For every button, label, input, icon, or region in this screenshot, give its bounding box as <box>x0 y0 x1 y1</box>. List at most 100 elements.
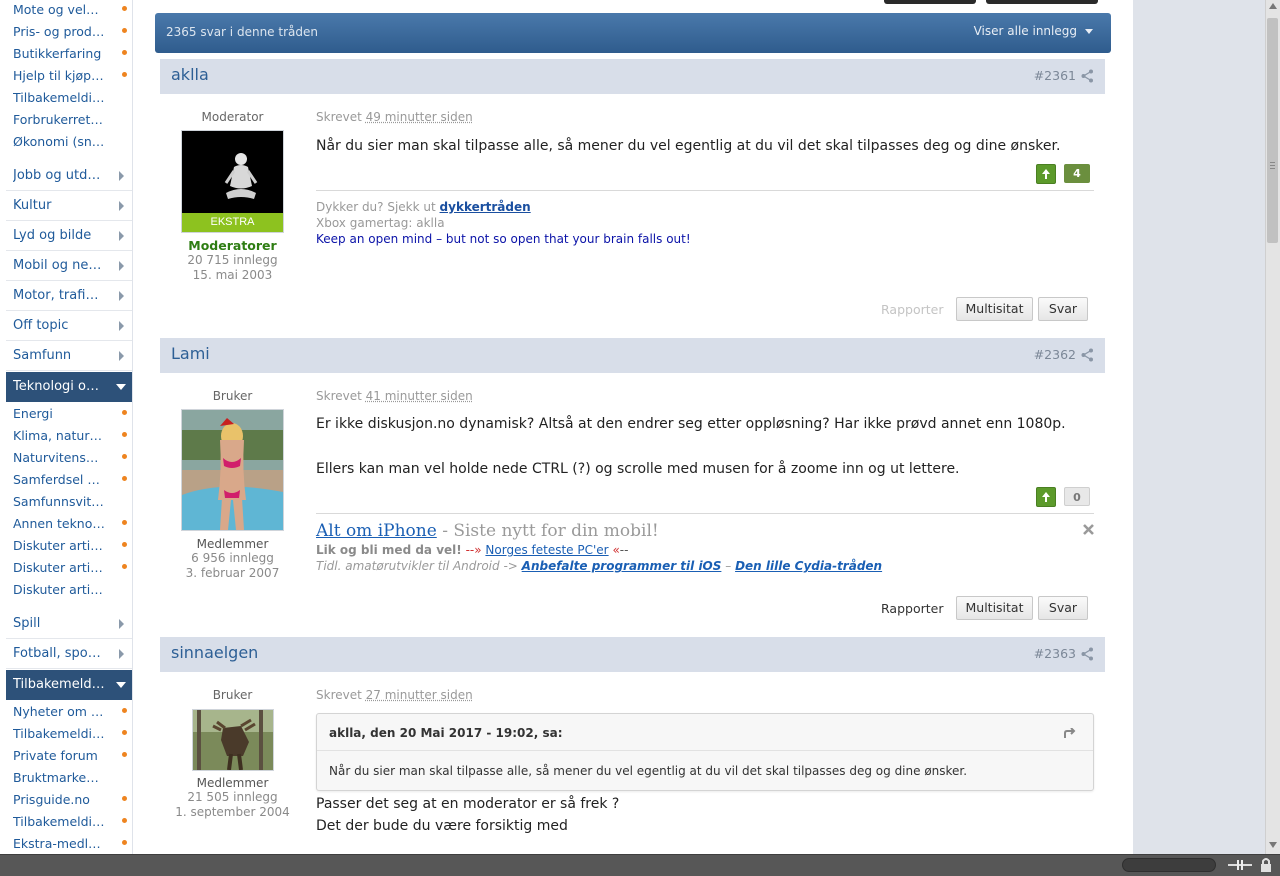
signature-divider <box>316 190 1094 191</box>
scrollbar-thumb[interactable] <box>1267 18 1278 243</box>
post-header: sinnaelgen #2363 <box>160 637 1105 672</box>
vote-count: 0 <box>1064 487 1090 506</box>
sidebar-item[interactable]: Annen teknologi <box>13 515 129 537</box>
user-meta: Moderatorer 20 715 innlegg 15. mai 2003 <box>160 238 305 283</box>
report-link[interactable]: Rapporter <box>881 302 943 317</box>
sidebar-category[interactable]: Jobb og utdanning <box>6 161 132 191</box>
sidebar-category-label: Kultur <box>13 198 52 213</box>
multiquote-button[interactable]: Multisitat <box>956 297 1033 321</box>
alt-om-iphone-link[interactable]: Alt om iPhone <box>316 521 437 541</box>
sidebar-category[interactable]: Lyd og bilde <box>6 221 132 251</box>
anbefalte-programmer-link[interactable]: Anbefalte programmer til iOS <box>522 559 722 573</box>
vote-up-icon[interactable] <box>1036 164 1056 184</box>
share-icon[interactable] <box>1081 348 1093 362</box>
close-icon[interactable] <box>1082 523 1095 536</box>
unread-dot-icon <box>122 28 127 33</box>
user-post-count: 21 505 innlegg <box>187 790 278 804</box>
signature-text: Tidl. amatørutvikler til Android -> <box>316 559 518 573</box>
sidebar-item[interactable]: Bruktmarked.no <box>13 769 129 791</box>
sidebar-item[interactable]: Naturvitenskap <box>13 449 129 471</box>
post-number-link[interactable]: #2363 <box>1034 646 1076 661</box>
user-post-count: 6 956 innlegg <box>191 551 274 565</box>
sidebar-item[interactable]: Tilbakemeldinger 1 <box>13 725 129 747</box>
chevron-right-icon <box>119 171 124 181</box>
sidebar-category[interactable]: Kultur <box>6 191 132 221</box>
sidebar-item-label: Forbrukerrettigheter <box>13 112 105 127</box>
multiquote-button[interactable]: Multisitat <box>956 596 1033 620</box>
top-tab-button[interactable] <box>884 0 976 4</box>
sidebar-item[interactable]: Diskuter artikler 1 <box>13 537 129 559</box>
sidebar-item[interactable]: Energi <box>13 405 129 427</box>
post-author-link[interactable]: aklla <box>171 65 209 84</box>
sidebar-item[interactable]: Pris- og produkt <box>13 23 129 45</box>
sidebar-category[interactable]: Off topic <box>6 311 132 341</box>
sidebar-item[interactable]: Klima, naturfenomener <box>13 427 129 449</box>
sidebar-category[interactable]: Fotball, sport og trening <box>6 639 132 669</box>
vote-up-icon[interactable] <box>1036 487 1056 507</box>
sidebar-item[interactable]: Ekstra-medlemmer <box>13 835 129 854</box>
sidebar-category[interactable]: Mobil og nettbrett <box>6 251 132 281</box>
chevron-right-icon <box>119 201 124 211</box>
norges-feteste-pc-link[interactable]: Norges feteste PC'er <box>485 543 608 557</box>
sidebar-item[interactable]: Hjelp til kjøp og salg <box>13 67 129 89</box>
sidebar-item-label: Butikkerfaring <box>13 46 102 61</box>
report-link[interactable]: Rapporter <box>881 601 943 616</box>
post-number-link[interactable]: #2362 <box>1034 347 1076 362</box>
user-post-count: 20 715 innlegg <box>187 253 278 267</box>
dykkertraden-link[interactable]: dykkertråden <box>440 200 531 214</box>
sidebar-item[interactable]: Prisguide.no <box>13 791 129 813</box>
status-field <box>1122 858 1216 872</box>
sidebar-item[interactable]: Butikkerfaring <box>13 45 129 67</box>
top-tab-button[interactable] <box>986 0 1098 4</box>
signature-text: Dykker du? Sjekk ut <box>316 200 436 214</box>
avatar[interactable] <box>181 409 284 531</box>
post: Bruker Medlemmer 21 505 innlegg 1. septe… <box>160 672 1105 854</box>
user-role: Bruker <box>212 389 253 403</box>
chevron-down-icon <box>116 384 126 390</box>
signature-line: Dykker du? Sjekk ut dykkertråden <box>316 200 531 214</box>
reply-button[interactable]: Svar <box>1038 596 1088 620</box>
sidebar-category[interactable]: Samfunn <box>6 341 132 371</box>
post-number-link[interactable]: #2361 <box>1034 68 1076 83</box>
chevron-right-icon <box>119 321 124 331</box>
sidebar-item[interactable]: Tilbakemeldinger 2 <box>13 813 129 835</box>
sidebar-item[interactable]: Samferdsel og infrastruktur <box>13 471 129 493</box>
sidebar-item[interactable]: Samfunnsvitenskap <box>13 493 129 515</box>
chevron-down-icon <box>116 682 126 688</box>
sidebar-category-active[interactable]: Tilbakemeldinger <box>6 670 132 700</box>
quote-header: aklla, den 20 Mai 2017 - 19:02, sa: <box>329 726 563 740</box>
share-icon[interactable] <box>1081 69 1093 83</box>
sidebar-item[interactable]: Diskuter artikler 2 <box>13 559 129 581</box>
sidebar-item[interactable]: Diskuter artikler 3 <box>13 581 129 603</box>
avatar[interactable] <box>192 709 274 771</box>
sidebar-item-label: Annen teknologi <box>13 516 105 531</box>
share-icon[interactable] <box>1081 647 1093 661</box>
user-joined: 3. februar 2007 <box>185 566 280 580</box>
sidebar-item[interactable]: Mote og velvære <box>13 1 129 23</box>
post-author-link[interactable]: Lami <box>171 344 210 363</box>
scroll-up-icon[interactable] <box>1269 3 1277 9</box>
sidebar-item-label: Klima, naturfenomener <box>13 428 105 443</box>
sidebar-category-label: Fotball, sport og trening <box>13 646 105 661</box>
unread-dot-icon <box>122 708 127 713</box>
scroll-down-icon[interactable] <box>1269 842 1277 848</box>
sidebar-item-label: Økonomi (snacks) <box>13 134 105 149</box>
sidebar-category-active[interactable]: Teknologi og vitenskap <box>6 372 132 402</box>
sidebar-item-label: Nyheter om forumet <box>13 704 105 719</box>
post-author-link[interactable]: sinnaelgen <box>171 643 258 662</box>
cydia-traden-link[interactable]: Den lille Cydia-tråden <box>735 559 882 573</box>
reply-button[interactable]: Svar <box>1038 297 1088 321</box>
view-filter-dropdown[interactable]: Viser alle innlegg <box>974 24 1093 38</box>
sidebar-item[interactable]: Private forum <box>13 747 129 769</box>
sidebar-item[interactable]: Tilbakemeldinger <box>13 89 129 111</box>
sidebar-item[interactable]: Økonomi (snacks) <box>13 133 129 155</box>
resize-handle-icon[interactable] <box>1228 859 1252 871</box>
sidebar-item[interactable]: Nyheter om forumet <box>13 703 129 725</box>
sidebar-item[interactable]: Forbrukerrettigheter <box>13 111 129 133</box>
quote-jump-icon[interactable] <box>1063 728 1077 740</box>
signature-title: Alt om iPhone - Siste nytt for din mobil… <box>316 521 659 541</box>
sidebar-category[interactable]: Motor, trafikk og reise <box>6 281 132 311</box>
sidebar-category-label: Motor, trafikk og reise <box>13 288 105 303</box>
avatar[interactable]: EKSTRA <box>181 130 284 233</box>
sidebar-category[interactable]: Spill <box>6 609 132 639</box>
